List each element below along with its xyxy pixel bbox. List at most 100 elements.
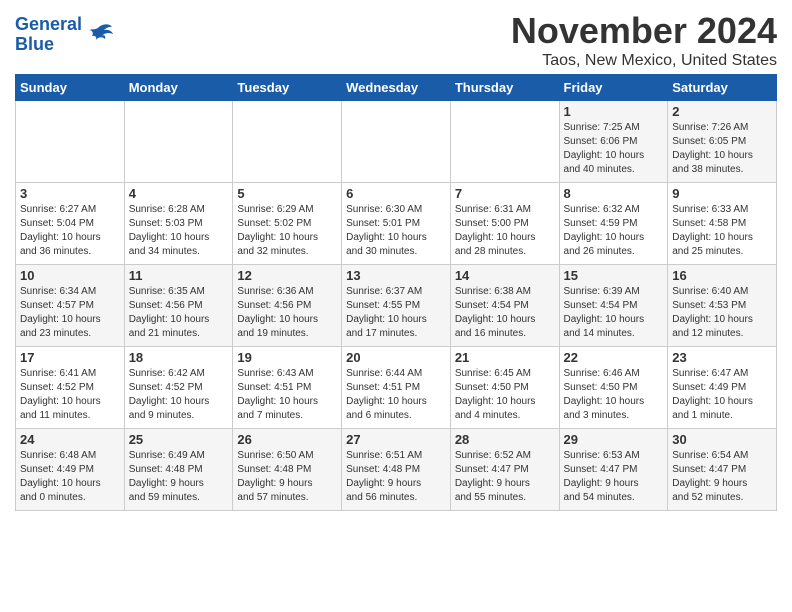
day-number: 2 <box>672 104 772 119</box>
day-number: 3 <box>20 186 120 201</box>
day-info: Sunrise: 6:38 AM Sunset: 4:54 PM Dayligh… <box>455 285 555 341</box>
day-cell: 19 Sunrise: 6:43 AM Sunset: 4:51 PM Dayli… <box>233 347 342 429</box>
day-info: Sunrise: 6:52 AM Sunset: 4:47 PM Dayligh… <box>455 449 555 505</box>
day-number: 30 <box>672 432 772 447</box>
day-cell <box>124 101 233 183</box>
day-cell: 1 Sunrise: 7:25 AM Sunset: 6:06 PM Daylig… <box>559 101 668 183</box>
day-info: Sunrise: 6:33 AM Sunset: 4:58 PM Dayligh… <box>672 203 772 259</box>
day-number: 17 <box>20 350 120 365</box>
day-number: 13 <box>346 268 446 283</box>
day-cell: 2 Sunrise: 7:26 AM Sunset: 6:05 PM Daylig… <box>668 101 777 183</box>
day-number: 11 <box>129 268 229 283</box>
day-cell: 11 Sunrise: 6:35 AM Sunset: 4:56 PM Dayli… <box>124 265 233 347</box>
day-cell: 22 Sunrise: 6:46 AM Sunset: 4:50 PM Dayli… <box>559 347 668 429</box>
day-cell: 10 Sunrise: 6:34 AM Sunset: 4:57 PM Dayli… <box>16 265 125 347</box>
day-info: Sunrise: 7:26 AM Sunset: 6:05 PM Dayligh… <box>672 121 772 177</box>
day-number: 27 <box>346 432 446 447</box>
day-cell: 12 Sunrise: 6:36 AM Sunset: 4:56 PM Dayli… <box>233 265 342 347</box>
header-cell-friday: Friday <box>559 75 668 101</box>
week-row-3: 10 Sunrise: 6:34 AM Sunset: 4:57 PM Dayli… <box>16 265 777 347</box>
day-cell: 29 Sunrise: 6:53 AM Sunset: 4:47 PM Dayli… <box>559 429 668 511</box>
day-cell: 16 Sunrise: 6:40 AM Sunset: 4:53 PM Dayli… <box>668 265 777 347</box>
day-cell: 18 Sunrise: 6:42 AM Sunset: 4:52 PM Dayli… <box>124 347 233 429</box>
day-number: 28 <box>455 432 555 447</box>
day-cell <box>16 101 125 183</box>
day-number: 22 <box>564 350 664 365</box>
day-info: Sunrise: 6:43 AM Sunset: 4:51 PM Dayligh… <box>237 367 337 423</box>
day-cell: 7 Sunrise: 6:31 AM Sunset: 5:00 PM Daylig… <box>450 183 559 265</box>
day-info: Sunrise: 6:54 AM Sunset: 4:47 PM Dayligh… <box>672 449 772 505</box>
day-cell: 30 Sunrise: 6:54 AM Sunset: 4:47 PM Dayli… <box>668 429 777 511</box>
day-info: Sunrise: 6:36 AM Sunset: 4:56 PM Dayligh… <box>237 285 337 341</box>
day-info: Sunrise: 6:49 AM Sunset: 4:48 PM Dayligh… <box>129 449 229 505</box>
header-cell-sunday: Sunday <box>16 75 125 101</box>
header-cell-tuesday: Tuesday <box>233 75 342 101</box>
day-info: Sunrise: 6:40 AM Sunset: 4:53 PM Dayligh… <box>672 285 772 341</box>
day-cell: 26Sunrise: 6:50 AM Sunset: 4:48 PM Dayli… <box>233 429 342 511</box>
day-info: Sunrise: 6:46 AM Sunset: 4:50 PM Dayligh… <box>564 367 664 423</box>
day-cell <box>342 101 451 183</box>
day-info: Sunrise: 6:37 AM Sunset: 4:55 PM Dayligh… <box>346 285 446 341</box>
day-number: 4 <box>129 186 229 201</box>
day-cell: 25 Sunrise: 6:49 AM Sunset: 4:48 PM Dayli… <box>124 429 233 511</box>
day-info: Sunrise: 6:34 AM Sunset: 4:57 PM Dayligh… <box>20 285 120 341</box>
day-info: Sunrise: 6:53 AM Sunset: 4:47 PM Dayligh… <box>564 449 664 505</box>
day-number: 19 <box>237 350 337 365</box>
day-info: Sunrise: 6:42 AM Sunset: 4:52 PM Dayligh… <box>129 367 229 423</box>
header-cell-thursday: Thursday <box>450 75 559 101</box>
day-info: Sunrise: 6:30 AM Sunset: 5:01 PM Dayligh… <box>346 203 446 259</box>
day-number: 9 <box>672 186 772 201</box>
title-block: November 2024 Taos, New Mexico, United S… <box>511 10 777 70</box>
day-cell: 8Sunrise: 6:32 AM Sunset: 4:59 PM Daylig… <box>559 183 668 265</box>
week-row-5: 24Sunrise: 6:48 AM Sunset: 4:49 PM Dayli… <box>16 429 777 511</box>
day-info: Sunrise: 6:35 AM Sunset: 4:56 PM Dayligh… <box>129 285 229 341</box>
day-number: 18 <box>129 350 229 365</box>
day-info: Sunrise: 6:41 AM Sunset: 4:52 PM Dayligh… <box>20 367 120 423</box>
day-cell: 3Sunrise: 6:27 AM Sunset: 5:04 PM Daylig… <box>16 183 125 265</box>
logo: GeneralBlue <box>15 15 114 55</box>
day-number: 21 <box>455 350 555 365</box>
day-cell: 14Sunrise: 6:38 AM Sunset: 4:54 PM Dayli… <box>450 265 559 347</box>
day-info: Sunrise: 6:44 AM Sunset: 4:51 PM Dayligh… <box>346 367 446 423</box>
header: GeneralBlue November 2024 Taos, New Mexi… <box>15 10 777 70</box>
day-info: Sunrise: 7:25 AM Sunset: 6:06 PM Dayligh… <box>564 121 664 177</box>
day-info: Sunrise: 6:32 AM Sunset: 4:59 PM Dayligh… <box>564 203 664 259</box>
day-number: 5 <box>237 186 337 201</box>
day-cell: 9 Sunrise: 6:33 AM Sunset: 4:58 PM Daylig… <box>668 183 777 265</box>
day-info: Sunrise: 6:31 AM Sunset: 5:00 PM Dayligh… <box>455 203 555 259</box>
day-cell: 17 Sunrise: 6:41 AM Sunset: 4:52 PM Dayli… <box>16 347 125 429</box>
day-number: 26 <box>237 432 337 447</box>
day-cell: 13 Sunrise: 6:37 AM Sunset: 4:55 PM Dayli… <box>342 265 451 347</box>
day-cell: 20 Sunrise: 6:44 AM Sunset: 4:51 PM Dayli… <box>342 347 451 429</box>
day-number: 16 <box>672 268 772 283</box>
day-number: 29 <box>564 432 664 447</box>
day-number: 25 <box>129 432 229 447</box>
day-number: 10 <box>20 268 120 283</box>
day-number: 15 <box>564 268 664 283</box>
day-cell: 15 Sunrise: 6:39 AM Sunset: 4:54 PM Dayli… <box>559 265 668 347</box>
subtitle: Taos, New Mexico, United States <box>511 52 777 70</box>
day-number: 12 <box>237 268 337 283</box>
day-cell <box>233 101 342 183</box>
day-cell: 23 Sunrise: 6:47 AM Sunset: 4:49 PM Dayli… <box>668 347 777 429</box>
day-number: 6 <box>346 186 446 201</box>
header-cell-saturday: Saturday <box>668 75 777 101</box>
day-info: Sunrise: 6:39 AM Sunset: 4:54 PM Dayligh… <box>564 285 664 341</box>
day-number: 20 <box>346 350 446 365</box>
header-cell-monday: Monday <box>124 75 233 101</box>
logo-bird-icon <box>84 22 114 47</box>
page-container: GeneralBlue November 2024 Taos, New Mexi… <box>0 0 792 516</box>
logo-text: GeneralBlue <box>15 15 82 55</box>
calendar-table: SundayMondayTuesdayWednesdayThursdayFrid… <box>15 74 777 511</box>
day-number: 7 <box>455 186 555 201</box>
day-cell: 6 Sunrise: 6:30 AM Sunset: 5:01 PM Daylig… <box>342 183 451 265</box>
header-cell-wednesday: Wednesday <box>342 75 451 101</box>
day-cell: 24Sunrise: 6:48 AM Sunset: 4:49 PM Dayli… <box>16 429 125 511</box>
day-number: 23 <box>672 350 772 365</box>
header-row: SundayMondayTuesdayWednesdayThursdayFrid… <box>16 75 777 101</box>
day-number: 24 <box>20 432 120 447</box>
day-info: Sunrise: 6:47 AM Sunset: 4:49 PM Dayligh… <box>672 367 772 423</box>
day-info: Sunrise: 6:45 AM Sunset: 4:50 PM Dayligh… <box>455 367 555 423</box>
day-number: 1 <box>564 104 664 119</box>
day-cell: 5Sunrise: 6:29 AM Sunset: 5:02 PM Daylig… <box>233 183 342 265</box>
